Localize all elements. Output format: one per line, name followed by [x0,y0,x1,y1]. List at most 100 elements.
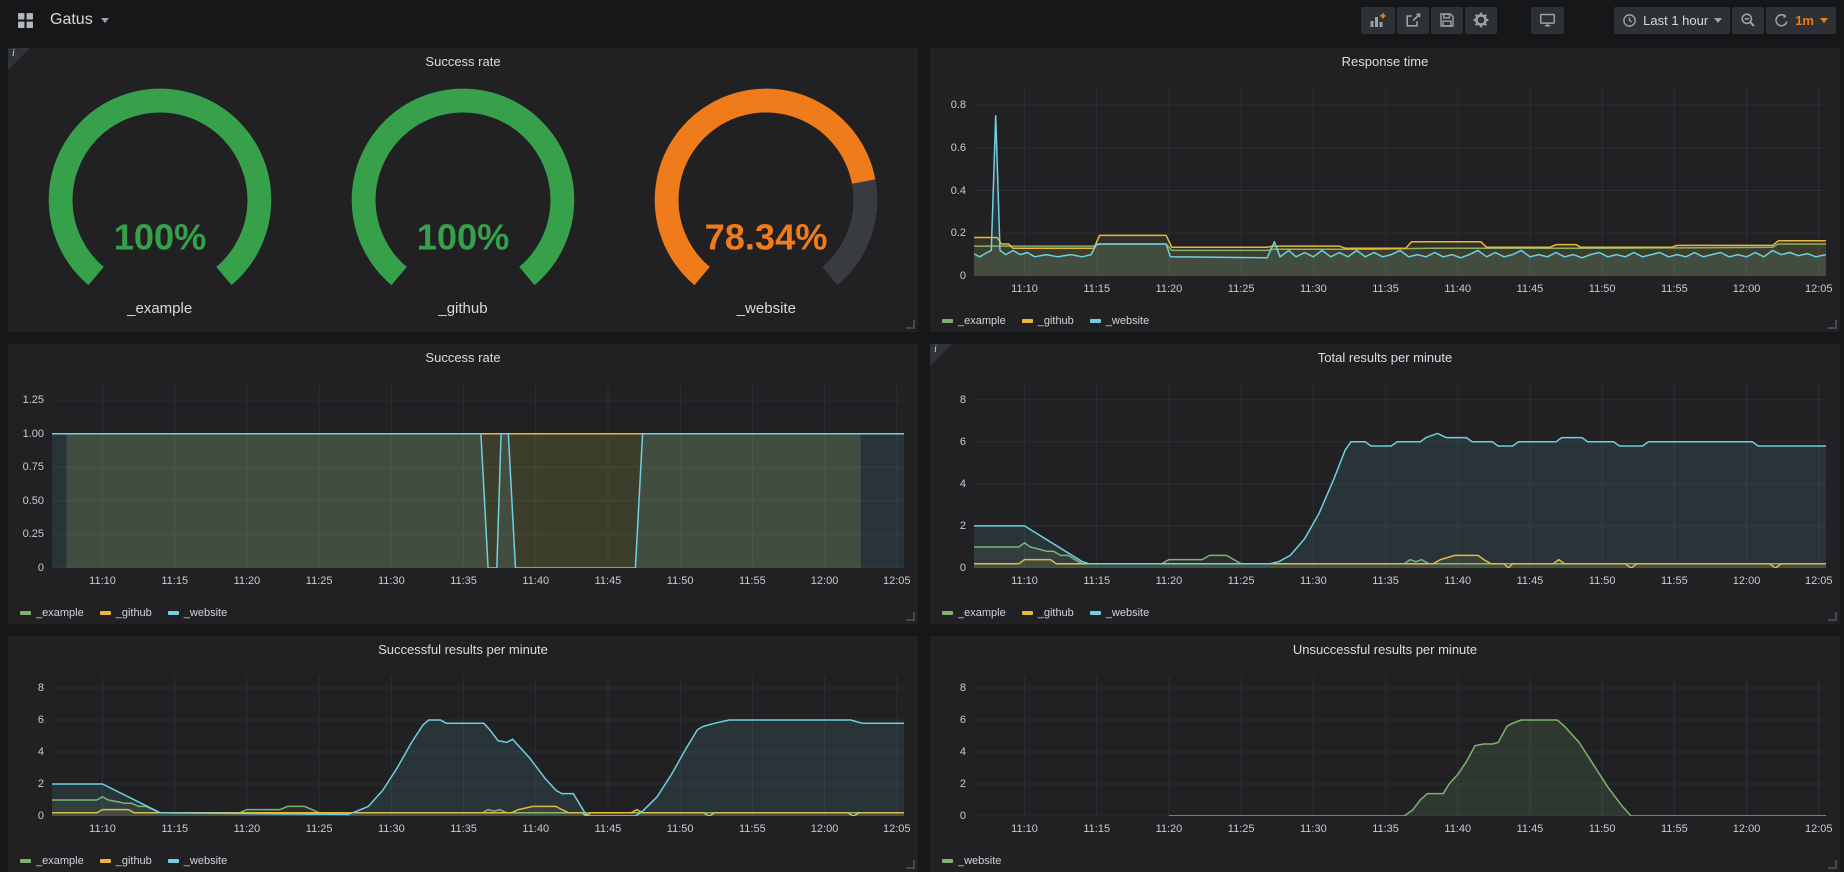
panel-info-icon[interactable]: i [930,344,952,366]
legend-item-example[interactable]: _example [942,315,1006,327]
panel-title[interactable]: Total results per minute [930,350,1840,365]
x-axis-label: 11:50 [1589,575,1616,587]
x-axis-label: 11:50 [667,823,694,835]
gauge-value: 100% [417,217,510,258]
chart-legend: _example _github _website [20,855,227,867]
dashboard-title-dropdown[interactable]: Gatus [50,11,109,29]
x-axis-label: 11:45 [595,575,622,587]
x-axis-label: 11:55 [739,823,766,835]
panel-resize-handle[interactable] [906,612,915,621]
y-axis-label: 2 [960,520,966,532]
panel-title[interactable]: Unsuccessful results per minute [930,642,1840,657]
chart-legend: _example _github _website [20,607,227,619]
panel-title[interactable]: Success rate [8,54,918,69]
legend-item-github[interactable]: _github [1022,607,1074,619]
legend-item-website[interactable]: _website [942,855,1001,867]
x-axis-label: 11:40 [1444,283,1471,295]
chart-plot-area[interactable]: 0246811:1011:1511:2011:2511:3011:3511:40… [974,676,1826,816]
legend-swatch [1022,319,1033,323]
x-axis-label: 11:20 [1156,283,1183,295]
legend-item-example[interactable]: _example [20,855,84,867]
y-axis-label: 8 [960,682,966,694]
gauge-value: 78.34% [705,217,828,258]
share-icon [1405,12,1421,28]
legend-item-website[interactable]: _website [1090,315,1149,327]
x-axis-label: 11:30 [1300,283,1327,295]
legend-item-example[interactable]: _example [942,607,1006,619]
x-axis-label: 11:15 [1083,575,1110,587]
x-axis-label: 11:20 [234,823,261,835]
chevron-down-icon [1714,18,1722,23]
add-panel-button[interactable] [1361,7,1395,34]
y-axis-label: 0 [960,270,966,282]
x-axis-label: 11:35 [450,823,477,835]
x-axis-label: 11:55 [1661,283,1688,295]
panel-title[interactable]: Response time [930,54,1840,69]
share-button[interactable] [1397,7,1429,34]
navbar: Gatus [0,0,1844,40]
panel-resize-handle[interactable] [1828,320,1837,329]
zoom-out-button[interactable] [1732,7,1764,34]
y-axis-label: 0.6 [951,142,966,154]
y-axis-label: 2 [960,778,966,790]
settings-button[interactable] [1465,7,1497,34]
dashboard-title: Gatus [50,11,93,29]
refresh-interval-label: 1m [1795,13,1814,28]
legend-item-website[interactable]: _website [168,855,227,867]
gauge-website: 78.34%_website [615,84,918,317]
cycle-view-button[interactable] [1531,7,1564,34]
chart-plot-area[interactable]: 00.250.500.751.001.2511:1011:1511:2011:2… [52,384,904,568]
y-axis-label: 0.25 [23,528,44,540]
x-axis-label: 11:20 [234,575,261,587]
panel-total-results: i Total results per minute 0246811:1011:… [930,344,1840,624]
refresh-button[interactable]: 1m [1766,7,1836,34]
panel-resize-handle[interactable] [906,860,915,869]
x-axis-label: 11:25 [306,823,333,835]
x-axis-label: 11:30 [378,823,405,835]
x-axis-label: 11:45 [1517,575,1544,587]
legend-item-website[interactable]: _website [168,607,227,619]
x-axis-label: 11:25 [306,575,333,587]
legend-item-github[interactable]: _github [1022,315,1074,327]
legend-swatch [942,859,953,863]
time-range-picker[interactable]: Last 1 hour [1614,7,1730,34]
panel-resize-handle[interactable] [1828,860,1837,869]
y-axis-label: 0 [960,562,966,574]
save-button[interactable] [1431,7,1463,34]
y-axis-label: 8 [960,394,966,406]
legend-swatch [942,319,953,323]
gauge-label: _example [8,300,311,317]
x-axis-label: 11:35 [1372,575,1399,587]
legend-item-website[interactable]: _website [1090,607,1149,619]
panel-resize-handle[interactable] [906,320,915,329]
legend-item-github[interactable]: _github [100,607,152,619]
x-axis-label: 11:40 [1444,823,1471,835]
y-axis-label: 6 [960,436,966,448]
x-axis-label: 12:00 [1733,575,1761,587]
x-axis-label: 11:10 [89,575,116,587]
chart-plot-area[interactable]: 0246811:1011:1511:2011:2511:3011:3511:40… [974,384,1826,568]
x-axis-label: 11:40 [522,575,549,587]
x-axis-label: 12:05 [883,575,911,587]
legend-swatch [100,859,111,863]
chart-plot-area[interactable]: 00.20.40.60.811:1011:1511:2011:2511:3011… [974,88,1826,276]
legend-item-github[interactable]: _github [100,855,152,867]
panel-success-rate-gauges: i Success rate 100%_example100%_github78… [8,48,918,332]
clock-icon [1622,13,1637,28]
y-axis-label: 4 [960,478,966,490]
panel-info-icon[interactable]: i [8,48,30,70]
dashboards-grid-icon[interactable] [10,7,40,34]
panel-title[interactable]: Successful results per minute [8,642,918,657]
panel-title[interactable]: Success rate [8,350,918,365]
x-axis-label: 11:35 [1372,823,1399,835]
legend-swatch [1022,611,1033,615]
chart-plot-area[interactable]: 0246811:1011:1511:2011:2511:3011:3511:40… [52,676,904,816]
y-axis-label: 1.25 [23,394,44,406]
legend-item-example[interactable]: _example [20,607,84,619]
panel-resize-handle[interactable] [1828,612,1837,621]
legend-swatch [1090,611,1101,615]
refresh-icon [1774,13,1789,28]
panel-success-rate-graph: Success rate 00.250.500.751.001.2511:101… [8,344,918,624]
x-axis-label: 11:15 [1083,283,1110,295]
gauge-label: _github [311,300,614,317]
